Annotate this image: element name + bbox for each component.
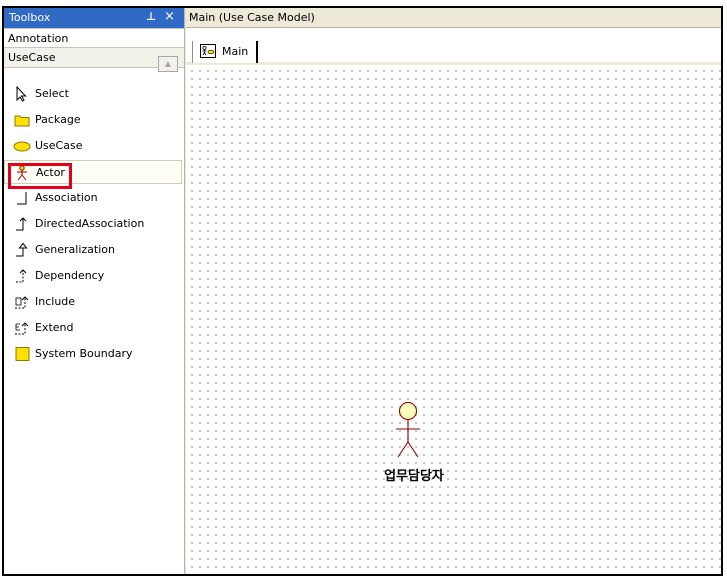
tool-label: Package (35, 113, 81, 126)
dependency-icon (13, 268, 31, 284)
diagram-canvas[interactable]: 업무담당자 (186, 65, 721, 574)
tool-select[interactable]: Select (4, 82, 182, 106)
tool-generalization[interactable]: Generalization (4, 238, 182, 262)
tool-usecase[interactable]: UseCase (4, 134, 182, 158)
tool-include[interactable]: Include (4, 290, 182, 314)
tool-extend[interactable]: Extend (4, 316, 182, 340)
tool-directedassociation[interactable]: DirectedAssociation (4, 212, 182, 236)
toolbox-category-usecase[interactable]: UseCase (4, 48, 184, 68)
cursor-arrow-icon (13, 86, 31, 102)
tab-main[interactable]: Main (192, 41, 258, 63)
diagram-document: Main (Use Case Model) Main 업무담당자 (186, 8, 721, 574)
document-title: Main (Use Case Model) (189, 11, 315, 24)
category-label: Annotation (8, 32, 69, 45)
tab-label: Main (222, 45, 249, 58)
directed-association-icon (13, 216, 31, 232)
category-label: UseCase (8, 51, 56, 64)
toolbox-panel: Toolbox ⊥ × Annotation UseCase ▲ Select (4, 8, 184, 574)
actor-name-label[interactable]: 업무담당자 (354, 465, 474, 484)
ellipse-icon (13, 138, 31, 154)
actor-highlight-annotation (8, 163, 72, 189)
tool-label: Extend (35, 321, 74, 334)
tool-dependency[interactable]: Dependency (4, 264, 182, 288)
diagram-icon (199, 43, 217, 59)
toolbox-category-annotation[interactable]: Annotation (4, 28, 184, 48)
scroll-up-button[interactable]: ▲ (158, 56, 178, 72)
generalization-icon (13, 242, 31, 258)
tool-label: Dependency (35, 269, 105, 282)
yellow-square-icon (13, 346, 31, 362)
document-titlebar: Main (Use Case Model) (186, 8, 721, 28)
tool-label: Include (35, 295, 76, 308)
tool-label: Select (35, 87, 69, 100)
folder-icon (13, 112, 31, 128)
tool-association[interactable]: Association (4, 186, 182, 210)
tool-label: Generalization (35, 243, 115, 256)
tool-system-boundary[interactable]: System Boundary (4, 342, 182, 366)
tool-label: DirectedAssociation (35, 217, 145, 230)
tool-label: Association (35, 191, 98, 204)
application-window: Toolbox ⊥ × Annotation UseCase ▲ Select (2, 6, 723, 576)
diagram-tab-bar: Main (186, 28, 721, 63)
pin-icon[interactable]: ⊥ (146, 10, 156, 23)
toolbox-item-list: Select Package UseCase Actor Association… (4, 80, 184, 574)
extend-icon (13, 320, 31, 336)
include-icon (13, 294, 31, 310)
toolbox-title: Toolbox (9, 11, 51, 24)
tool-label: System Boundary (35, 347, 133, 360)
tool-label: UseCase (35, 139, 83, 152)
tool-package[interactable]: Package (4, 108, 182, 132)
close-icon[interactable]: × (164, 9, 175, 24)
association-line-icon (13, 190, 31, 206)
toolbox-titlebar: Toolbox ⊥ × (4, 8, 184, 28)
